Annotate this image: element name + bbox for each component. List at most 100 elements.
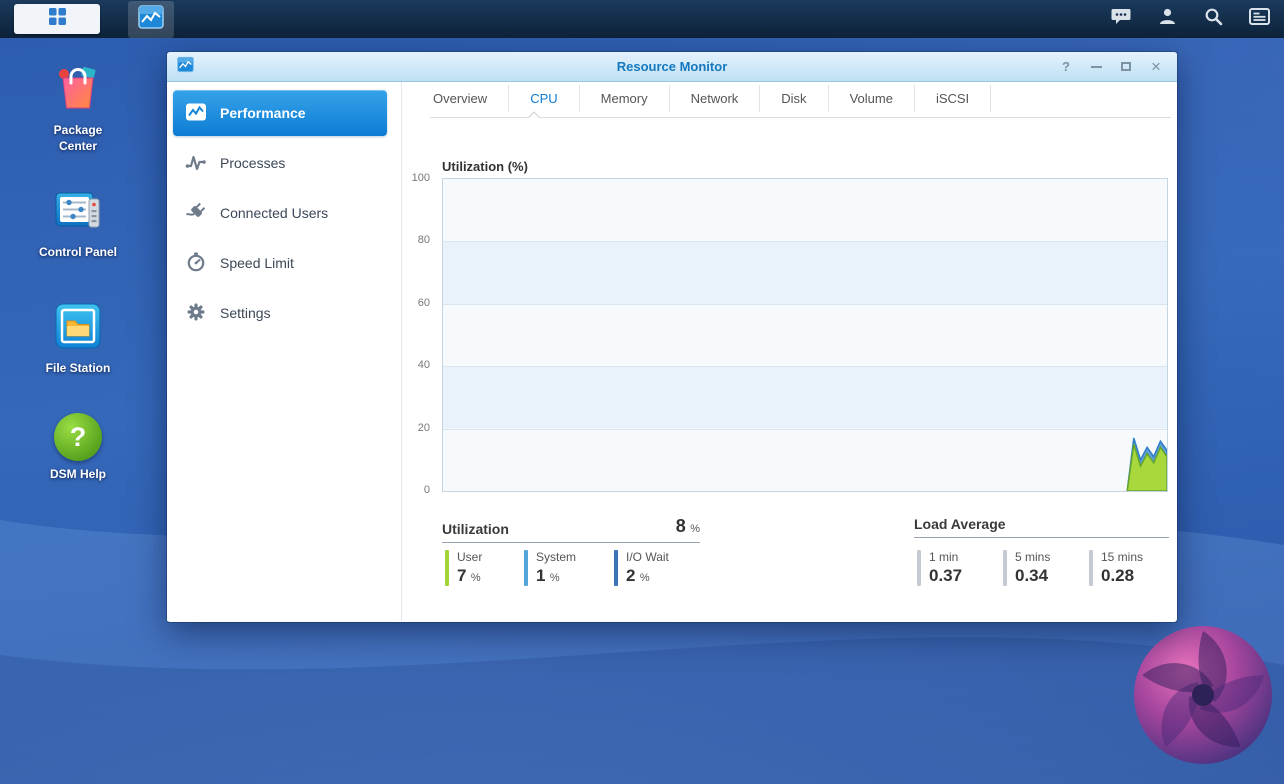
desktop-icon-control-panel[interactable]: Control Panel (30, 186, 126, 261)
sidebar-item-label: Speed Limit (220, 255, 294, 271)
help-question-glyph: ? (70, 422, 87, 453)
load-15mins-bar (1089, 550, 1093, 586)
sidebar-item-performance[interactable]: Performance (173, 90, 387, 136)
load-5mins-number: 0.34 (1015, 566, 1048, 585)
main-content: Overview CPU Memory Network Disk Volume … (402, 82, 1177, 621)
legend-system-value: 1 % (536, 566, 576, 586)
load-5mins-label: 5 mins (1015, 550, 1050, 564)
legend-user-color-bar (445, 550, 449, 586)
user-icon (1158, 7, 1177, 31)
apps-grid-icon (48, 7, 67, 31)
minimize-button[interactable] (1085, 57, 1107, 77)
load-1min-number: 0.37 (929, 566, 962, 585)
close-button[interactable]: × (1145, 57, 1167, 77)
sidebar: Performance Processes (167, 82, 402, 621)
sidebar-item-label: Settings (220, 305, 271, 321)
desktop-icon-label: Control Panel (39, 245, 117, 261)
window-title: Resource Monitor (167, 59, 1177, 74)
sidebar-item-label: Connected Users (220, 205, 328, 221)
main-menu-button[interactable] (14, 4, 100, 34)
cpu-chart-plot (442, 178, 1168, 492)
widgets-button[interactable] (1248, 8, 1270, 30)
taskbar-right-icons (1110, 8, 1270, 30)
performance-chart-icon (185, 102, 207, 125)
legend-io-wait: I/O Wait 2 % (614, 550, 669, 586)
utilization-unit: % (690, 523, 700, 535)
resource-monitor-taskbar-button[interactable] (128, 1, 174, 38)
legend-io-wait-label: I/O Wait (626, 550, 669, 564)
load-15mins-label: 15 mins (1101, 550, 1143, 564)
window-controls: ? × (1055, 57, 1167, 77)
chart-title: Utilization (%) (442, 159, 528, 174)
desktop-icon-file-station[interactable]: File Station (30, 302, 126, 377)
desktop-icon-package-center[interactable]: Package Center (30, 64, 126, 154)
legend-system-number: 1 (536, 566, 545, 585)
tab-network[interactable]: Network (669, 85, 760, 112)
sidebar-item-processes[interactable]: Processes (167, 138, 401, 188)
sidebar-item-speed-limit[interactable]: Speed Limit (167, 238, 401, 288)
help-button[interactable]: ? (1055, 57, 1077, 77)
file-station-icon (54, 302, 102, 355)
load-5mins-value: 0.34 (1015, 566, 1050, 586)
resource-monitor-icon (177, 56, 194, 78)
tab-cpu[interactable]: CPU (508, 85, 578, 112)
maximize-icon (1121, 62, 1131, 71)
legend-system: System 1 % (524, 550, 576, 586)
desktop-icon-label: Package Center (48, 123, 108, 154)
widgets-icon (1249, 8, 1270, 30)
search-icon (1204, 7, 1223, 31)
load-average-label: Load Average (914, 516, 1006, 532)
utilization-total: 8 % (676, 516, 700, 537)
minimize-icon (1091, 66, 1102, 68)
legend-system-label: System (536, 550, 576, 564)
control-panel-icon (54, 186, 102, 239)
plug-icon (185, 202, 207, 225)
utilization-label: Utilization (442, 521, 509, 537)
tab-overview[interactable]: Overview (412, 85, 508, 112)
chat-icon (1111, 7, 1131, 32)
legend-io-wait-unit: % (640, 572, 650, 584)
tab-iscsi[interactable]: iSCSI (914, 85, 991, 112)
load-15mins-number: 0.28 (1101, 566, 1134, 585)
load-15mins-value: 0.28 (1101, 566, 1143, 586)
legend-system-unit: % (550, 572, 560, 584)
legend-user-unit: % (471, 572, 481, 584)
desktop-icon-dsm-help[interactable]: ? DSM Help (30, 413, 126, 483)
user-options-button[interactable] (1156, 8, 1178, 30)
utilization-header: Utilization 8 % (442, 516, 700, 543)
close-icon: × (1151, 58, 1161, 75)
tab-memory[interactable]: Memory (579, 85, 669, 112)
sidebar-item-connected-users[interactable]: Connected Users (167, 188, 401, 238)
load-average-header: Load Average (914, 516, 1169, 538)
dsm-help-icon: ? (54, 413, 102, 461)
package-center-icon (54, 64, 102, 117)
search-button[interactable] (1202, 8, 1224, 30)
load-1min-label: 1 min (929, 550, 962, 564)
sidebar-item-label: Processes (220, 155, 285, 171)
sidebar-item-label: Performance (220, 105, 306, 121)
legend-system-color-bar (524, 550, 528, 586)
gauge-icon (185, 252, 207, 275)
load-15mins: 15 mins 0.28 (1089, 550, 1143, 586)
tab-bar: Overview CPU Memory Network Disk Volume … (412, 85, 991, 112)
pulse-icon (185, 152, 207, 175)
cpu-chart-yaxis: 020406080100 (402, 178, 436, 492)
load-5mins: 5 mins 0.34 (1003, 550, 1050, 586)
tab-disk[interactable]: Disk (759, 85, 827, 112)
resource-monitor-window: Resource Monitor ? × Performance (167, 52, 1177, 622)
maximize-button[interactable] (1115, 57, 1137, 77)
legend-user-number: 7 (457, 566, 466, 585)
active-tab-caret (528, 111, 539, 122)
legend-io-wait-number: 2 (626, 566, 635, 585)
legend-io-wait-color-bar (614, 550, 618, 586)
tab-volume[interactable]: Volume (828, 85, 914, 112)
legend-user-value: 7 % (457, 566, 482, 586)
utilization-value: 8 (676, 516, 686, 536)
resource-monitor-icon (138, 4, 164, 35)
legend-io-wait-value: 2 % (626, 566, 669, 586)
notifications-button[interactable] (1110, 8, 1132, 30)
legend-user-label: User (457, 550, 482, 564)
window-titlebar[interactable]: Resource Monitor ? × (167, 52, 1177, 82)
sidebar-item-settings[interactable]: Settings (167, 288, 401, 338)
legend-user: User 7 % (445, 550, 482, 586)
